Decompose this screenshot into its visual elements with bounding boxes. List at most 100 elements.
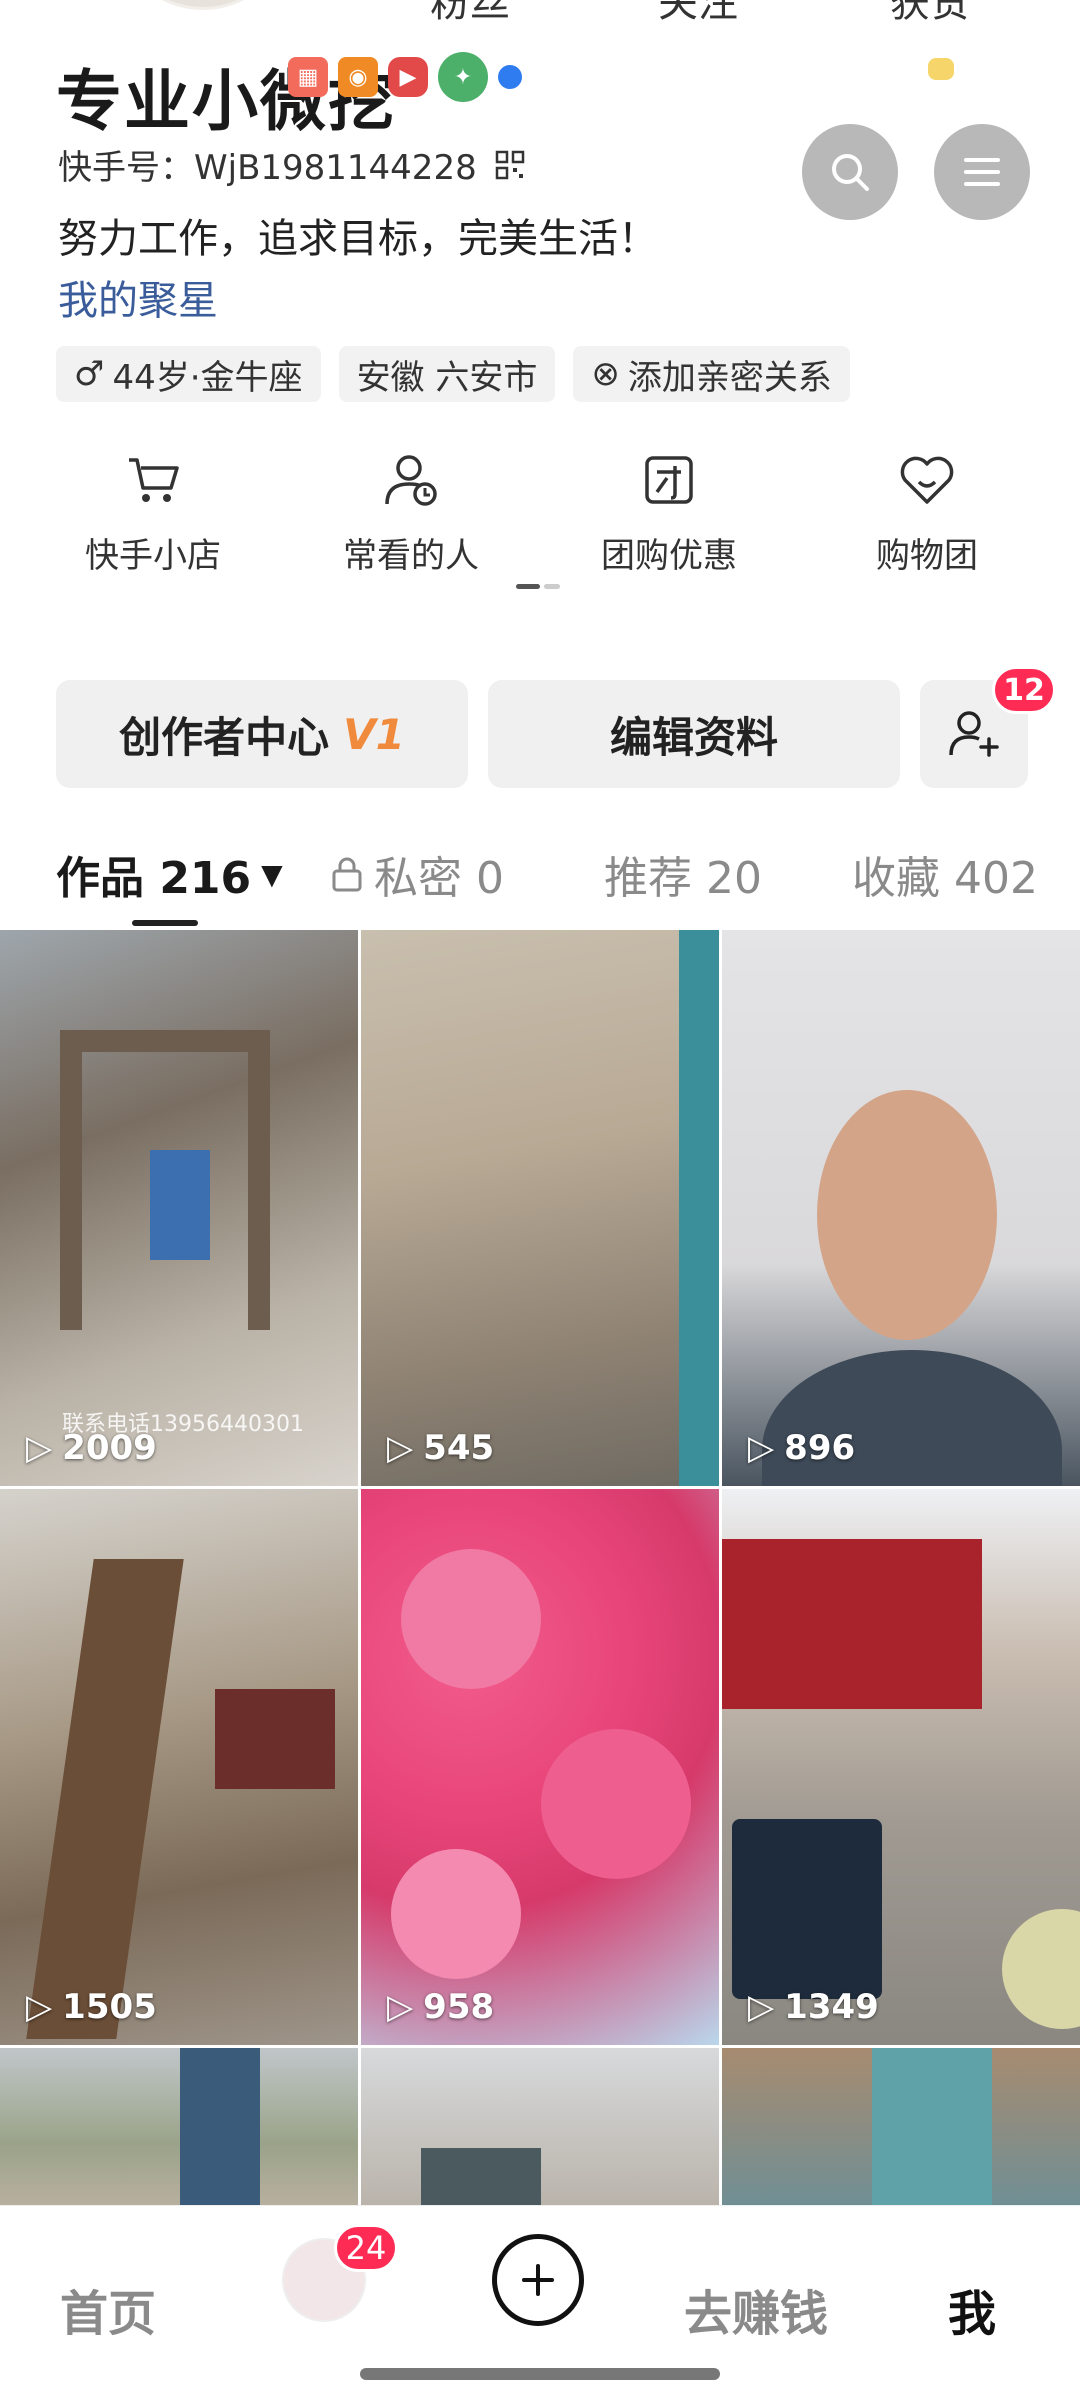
play-count: ▷ 1349 xyxy=(748,1987,879,2027)
quick-item-label: 快手小店 xyxy=(85,536,221,576)
play-icon: ▷ xyxy=(748,1428,775,1468)
nav-home[interactable]: 首页 xyxy=(60,2274,156,2344)
quick-item-shopgroup[interactable]: 购物团 xyxy=(798,448,1056,577)
plus-icon xyxy=(522,2264,554,2296)
video-badge-icon[interactable]: ▶ xyxy=(388,57,428,97)
following-label[interactable]: 关注 xyxy=(658,0,738,28)
search-button[interactable] xyxy=(802,124,898,220)
quick-actions: 快手小店 常看的人 团购优惠 购物团 xyxy=(0,448,1080,577)
nav-avatar-badge: 24 xyxy=(334,2224,398,2272)
live-badge-icon[interactable]: ▦ xyxy=(288,57,328,97)
video-thumbnail[interactable]: ▷ 896 xyxy=(722,930,1080,1486)
tab-private-label: 私密 0 xyxy=(374,853,504,904)
video-thumbnail[interactable]: ▷ 958 xyxy=(361,1489,719,2045)
profile-actions: 创作者中心 V1 编辑资料 12 xyxy=(56,666,1056,788)
play-icon: ▷ xyxy=(387,1987,414,2027)
add-friend-icon xyxy=(949,711,999,757)
play-count: ▷ 2009 xyxy=(26,1428,157,1468)
group-buy-icon xyxy=(645,456,693,504)
nav-earn[interactable]: 去赚钱 xyxy=(684,2274,828,2344)
video-thumbnail[interactable] xyxy=(361,2048,719,2205)
tab-private[interactable]: 私密 0 xyxy=(330,842,504,906)
link-icon: ⊗ xyxy=(591,354,620,394)
video-thumbnail[interactable] xyxy=(722,2048,1080,2205)
quick-item-shop[interactable]: 快手小店 xyxy=(24,448,282,577)
location-tag-label: 安徽 六安市 xyxy=(356,357,538,398)
home-indicator xyxy=(360,2368,720,2380)
verified-dot-icon xyxy=(498,65,522,89)
edit-profile-button[interactable]: 编辑资料 xyxy=(488,680,900,788)
relationship-tag[interactable]: ⊗ 添加亲密关系 xyxy=(573,346,850,402)
followers-label[interactable]: 粉丝 xyxy=(430,0,510,28)
create-button[interactable] xyxy=(492,2234,584,2326)
creator-level-badge: V1 xyxy=(343,709,405,759)
play-count: ▷ 896 xyxy=(748,1428,855,1468)
hamburger-icon xyxy=(964,158,1000,186)
quick-item-label: 购物团 xyxy=(876,536,978,576)
tab-favorites-label: 收藏 402 xyxy=(852,853,1038,904)
age-tag-label: 44岁·金牛座 xyxy=(112,357,303,398)
tab-recommend-label: 推荐 20 xyxy=(604,853,762,904)
play-icon: ▷ xyxy=(26,1987,53,2027)
badge-row: ▦ ◉ ▶ ✦ xyxy=(288,52,954,102)
quick-item-frequent[interactable]: 常看的人 xyxy=(282,448,540,577)
play-count-value: 1505 xyxy=(62,1987,157,2027)
profile-stats-strip: 粉丝 关注 获赞 xyxy=(0,0,1080,30)
active-tab-indicator xyxy=(132,920,198,926)
play-count-value: 545 xyxy=(423,1428,495,1468)
play-count-value: 958 xyxy=(423,1987,495,2027)
quick-item-label: 团购优惠 xyxy=(601,536,737,576)
quick-item-groupbuy[interactable]: 团购优惠 xyxy=(540,448,798,577)
creator-center-button[interactable]: 创作者中心 V1 xyxy=(56,680,468,788)
search-icon xyxy=(832,154,869,191)
friend-notification-badge: 12 xyxy=(992,666,1056,714)
avatar[interactable] xyxy=(118,0,288,10)
fan-group-link[interactable]: 我的聚星 xyxy=(58,268,218,326)
play-count-value: 1349 xyxy=(784,1987,879,2027)
qr-code-icon[interactable] xyxy=(495,150,525,180)
age-tag[interactable]: ♂ 44岁·金牛座 xyxy=(56,346,321,402)
likes-label: 获赞 xyxy=(890,0,970,26)
caret-down-icon: ▼ xyxy=(261,857,283,891)
add-friend-button[interactable]: 12 xyxy=(920,666,1056,788)
play-icon: ▷ xyxy=(26,1428,53,1468)
relationship-tag-label: 添加亲密关系 xyxy=(627,357,832,398)
kwai-id-text: 快手号：WjB1981144228 xyxy=(58,148,477,188)
play-icon: ▷ xyxy=(387,1428,414,1468)
tab-works-label: 作品 216 xyxy=(56,853,252,904)
content-tabs: 作品 216 ▼ 私密 0 推荐 20 收藏 402 xyxy=(0,842,1080,926)
bird-badge-icon[interactable]: ✦ xyxy=(438,52,488,102)
play-count: ▷ 1505 xyxy=(26,1987,157,2027)
pencil-note-icon[interactable] xyxy=(928,58,954,80)
play-icon: ▷ xyxy=(748,1987,775,2027)
page-indicator xyxy=(516,584,560,589)
heart-shop-icon xyxy=(900,456,954,504)
bottom-navigation: 首页 24 去赚钱 我 xyxy=(0,2205,1080,2400)
menu-button[interactable] xyxy=(934,124,1030,220)
play-count: ▷ 545 xyxy=(387,1428,494,1468)
tab-works[interactable]: 作品 216 ▼ xyxy=(56,842,283,906)
tab-recommend[interactable]: 推荐 20 xyxy=(604,842,762,906)
video-thumbnail[interactable]: ▷ 545 xyxy=(361,930,719,1486)
gift-badge-icon[interactable]: ◉ xyxy=(338,57,378,97)
cart-icon xyxy=(129,458,179,502)
video-thumbnail[interactable]: 联系电话13956440301 ▷ 2009 xyxy=(0,930,358,1486)
play-count-value: 2009 xyxy=(62,1428,157,1468)
male-icon: ♂ xyxy=(74,354,105,394)
nav-me[interactable]: 我 xyxy=(948,2274,996,2344)
video-thumbnail[interactable]: ▷ 1505 xyxy=(0,1489,358,2045)
play-count: ▷ 958 xyxy=(387,1987,494,2027)
tab-favorites[interactable]: 收藏 402 xyxy=(852,842,1038,906)
lock-icon xyxy=(332,857,362,892)
kwai-id-row[interactable]: 快手号：WjB1981144228 xyxy=(58,140,525,189)
bio-text: 努力工作，追求目标，完美生活！ xyxy=(58,216,658,262)
video-grid: 联系电话13956440301 ▷ 2009 ▷ 545 ▷ 896 ▷ 1505 ▷ 9… xyxy=(0,930,1080,2205)
profile-tags: ♂ 44岁·金牛座 安徽 六安市 ⊗ 添加亲密关系 xyxy=(56,346,850,402)
location-tag[interactable]: 安徽 六安市 xyxy=(338,346,556,402)
edit-profile-label: 编辑资料 xyxy=(609,712,778,762)
video-thumbnail[interactable] xyxy=(0,2048,358,2205)
person-clock-icon xyxy=(385,455,437,506)
video-thumbnail[interactable]: ▷ 1349 xyxy=(722,1489,1080,2045)
play-count-value: 896 xyxy=(784,1428,856,1468)
quick-item-label: 常看的人 xyxy=(343,536,479,576)
